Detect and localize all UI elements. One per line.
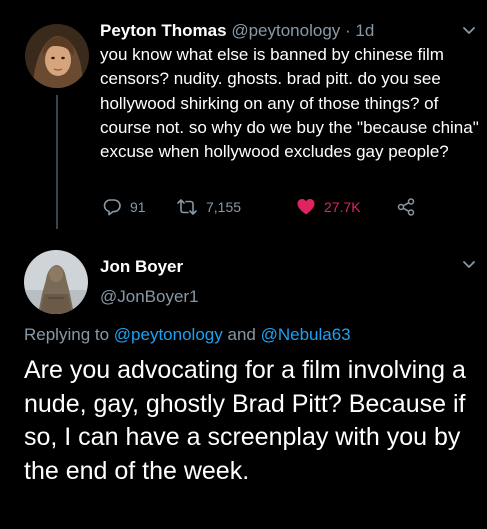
tweet2-more-chevron-down-icon[interactable] <box>461 258 477 270</box>
replying-to-line: Replying to @peytonology and @Nebula63 <box>24 323 351 347</box>
reply-button[interactable]: 91 <box>102 197 146 217</box>
tweet1-timestamp[interactable]: 1d <box>355 21 374 40</box>
replying-to-prefix: Replying to <box>24 325 110 344</box>
tweet2-author-handle[interactable]: @JonBoyer1 <box>100 285 199 309</box>
reply-icon <box>103 199 121 216</box>
share-icon <box>397 198 415 216</box>
tweet1-separator: · <box>345 21 351 40</box>
thread-connector-line <box>56 95 58 229</box>
retweet-count: 7,155 <box>206 199 242 215</box>
tweet2-author-name[interactable]: Jon Boyer <box>100 255 183 279</box>
retweet-icon <box>177 199 197 215</box>
reply-count: 91 <box>130 199 146 215</box>
tweet1-author-handle[interactable]: @peytonology <box>231 21 340 40</box>
share-button[interactable] <box>396 197 424 217</box>
replying-to-user-nebula63[interactable]: @Nebula63 <box>261 325 351 344</box>
replying-to-and: and <box>227 325 256 344</box>
avatar-peyton-thomas[interactable] <box>25 24 89 88</box>
tweet1-actions: 91 7,155 27.7K <box>100 197 440 221</box>
tweet1-text: you know what else is banned by chinese … <box>100 45 479 162</box>
like-count: 27.7K <box>324 199 361 215</box>
heart-icon <box>297 199 315 215</box>
tweet-thread: Peyton Thomas @peytonology · 1d you know… <box>0 0 487 529</box>
avatar-jon-boyer[interactable] <box>24 250 88 314</box>
tweet1-author-name[interactable]: Peyton Thomas <box>100 21 227 40</box>
tweet1-more-chevron-down-icon[interactable] <box>461 24 477 36</box>
like-button[interactable]: 27.7K <box>296 197 361 217</box>
tweet1-header: Peyton Thomas @peytonology · 1d <box>100 19 374 43</box>
tweet2-text: Are you advocating for a film involving … <box>24 356 466 485</box>
retweet-button[interactable]: 7,155 <box>176 197 241 217</box>
replying-to-user-peytonology[interactable]: @peytonology <box>114 325 223 344</box>
